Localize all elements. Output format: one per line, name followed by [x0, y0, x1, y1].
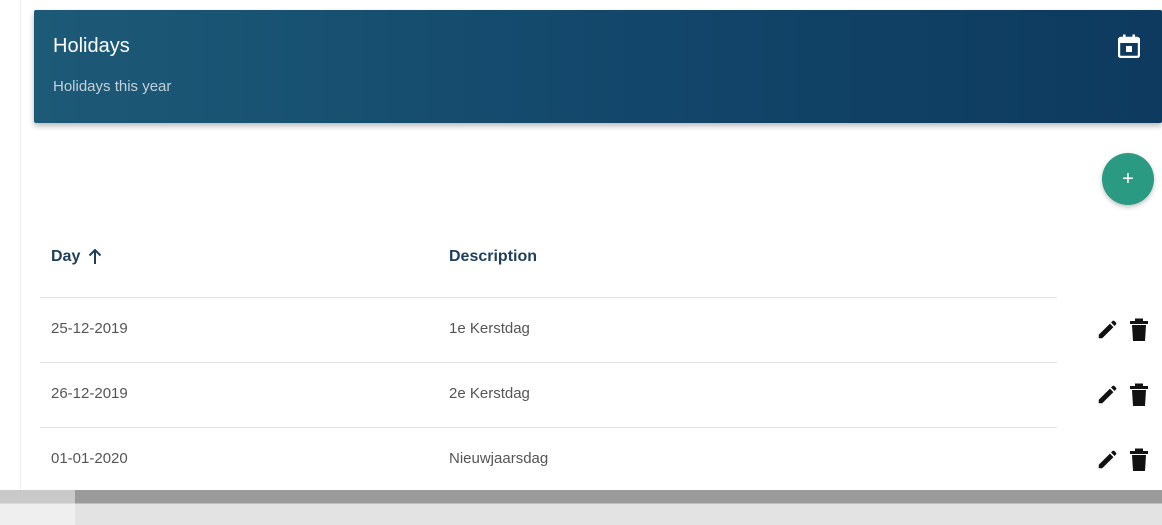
- page-title: Holidays: [53, 35, 130, 57]
- row-actions: [1096, 318, 1150, 342]
- holidays-header-card: Holidays Holidays this year: [34, 10, 1162, 123]
- table-row: 25-12-2019 1e Kerstdag: [40, 298, 1148, 363]
- cell-day: 25-12-2019: [51, 320, 128, 337]
- table-row: 26-12-2019 2e Kerstdag: [40, 363, 1148, 428]
- cell-description: 2e Kerstdag: [449, 385, 530, 402]
- row-actions: [1096, 448, 1150, 472]
- edit-icon[interactable]: [1096, 383, 1118, 407]
- sort-ascending-icon: [89, 249, 102, 264]
- holidays-table: Day Description 25-12-2019 1e Kerstdag 2…: [40, 230, 1148, 492]
- page-subtitle: Holidays this year: [53, 78, 172, 95]
- cell-description: 1e Kerstdag: [449, 320, 530, 337]
- row-actions: [1096, 383, 1150, 407]
- table-header: Day Description: [40, 230, 1057, 298]
- edit-icon[interactable]: [1096, 318, 1118, 342]
- delete-icon[interactable]: [1128, 383, 1150, 407]
- cell-day: 01-01-2020: [51, 450, 128, 467]
- bottom-bar: [0, 490, 1162, 525]
- table-row: 01-01-2020 Nieuwjaarsdag: [40, 428, 1148, 492]
- add-holiday-button[interactable]: +: [1102, 153, 1154, 205]
- delete-icon[interactable]: [1128, 448, 1150, 472]
- left-rail: [0, 0, 21, 490]
- cell-description: Nieuwjaarsdag: [449, 450, 549, 467]
- cell-day: 26-12-2019: [51, 385, 128, 402]
- holidays-page: Holidays Holidays this year + Day Descri…: [0, 0, 1162, 525]
- delete-icon[interactable]: [1128, 318, 1150, 342]
- edit-icon[interactable]: [1096, 448, 1118, 472]
- column-header-day[interactable]: Day: [51, 248, 102, 266]
- calendar-icon: [1118, 34, 1140, 58]
- column-header-description[interactable]: Description: [449, 248, 537, 266]
- column-header-day-label: Day: [51, 248, 81, 265]
- bottom-bar-left: [0, 490, 75, 525]
